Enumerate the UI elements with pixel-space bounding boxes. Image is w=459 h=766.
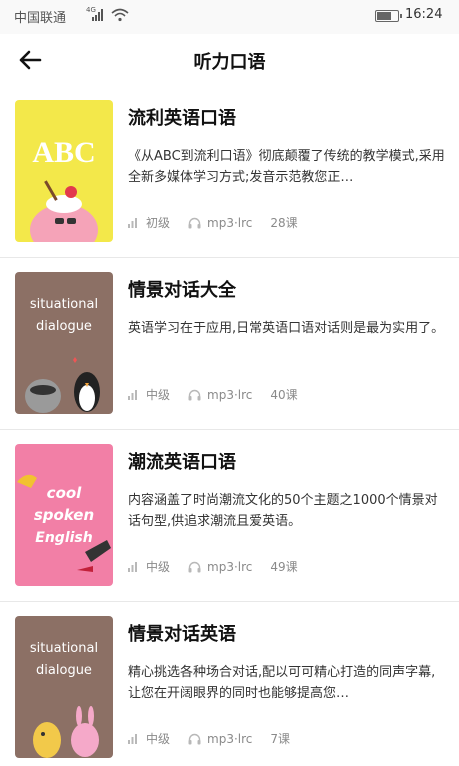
lessons-info: 28课 <box>270 214 297 231</box>
course-description: 内容涵盖了时尚潮流文化的50个主题之1000个情景对话句型,供追求潮流且爱英语。 <box>128 493 438 529</box>
course-title: 情景对话大全 <box>128 280 236 301</box>
svg-text:spoken: spoken <box>34 506 94 524</box>
lesson-count: 28课 <box>270 216 298 230</box>
svg-text:dialogue: dialogue <box>36 319 92 334</box>
course-meta: 中级 mp3·lrc 40课 <box>128 386 316 403</box>
course-level: 中级 <box>146 732 171 746</box>
course-format: mp3·lrc <box>207 731 253 746</box>
course-card[interactable]: cool spoken English 潮流英语口语 内容涵盖了时尚潮流文化的5… <box>0 430 459 602</box>
course-format: mp3·lrc <box>207 559 253 574</box>
course-cover: situational dialogue <box>15 616 113 758</box>
headphones-icon <box>188 561 201 572</box>
svg-text:English: English <box>35 530 92 546</box>
lesson-count: 40课 <box>270 388 298 402</box>
carrier-name: 中国联通 <box>14 11 67 26</box>
svg-text:ABC: ABC <box>32 136 95 169</box>
course-meta: 中级 mp3·lrc 7课 <box>128 730 308 747</box>
level-info: 中级 <box>128 730 170 747</box>
course-title: 情景对话英语 <box>128 624 236 645</box>
course-card[interactable]: situational dialogue 情景对话英语 精心挑选各种场合对话,配… <box>0 602 459 766</box>
headphones-icon <box>188 733 201 744</box>
svg-text:cool: cool <box>47 484 83 502</box>
level-bars-icon <box>128 562 137 572</box>
level-bars-icon <box>128 390 137 400</box>
headphones-icon <box>188 389 201 400</box>
course-level: 中级 <box>146 388 171 402</box>
level-bars-icon <box>128 218 137 228</box>
level-info: 中级 <box>128 558 170 575</box>
course-cover: cool spoken English <box>15 444 113 586</box>
status-bar: 中国联通 4G 16:24 <box>0 0 459 34</box>
course-title: 流利英语口语 <box>128 108 236 129</box>
course-description: 《从ABC到流利口语》彻底颠覆了传统的教学模式,采用全新多媒体学习方式;发音示范… <box>128 149 445 185</box>
course-cover: ABC <box>15 100 113 242</box>
lesson-count: 49课 <box>270 560 298 574</box>
format-info: mp3·lrc <box>188 388 252 402</box>
svg-text:dialogue: dialogue <box>36 663 92 678</box>
lessons-info: 49课 <box>270 558 297 575</box>
course-card[interactable]: situational dialogue 情景对话大全 英语学习在于应用,日常英… <box>0 258 459 430</box>
format-info: mp3·lrc <box>188 560 252 574</box>
course-format: mp3·lrc <box>207 387 253 402</box>
course-level: 初级 <box>146 216 171 230</box>
nav-bar: 听力口语 <box>0 34 459 86</box>
course-description: 英语学习在于应用,日常英语口语对话则是最为实用了。 <box>128 321 445 336</box>
course-format: mp3·lrc <box>207 215 253 230</box>
lessons-info: 40课 <box>270 386 297 403</box>
svg-text:situational: situational <box>30 297 98 312</box>
level-info: 中级 <box>128 386 170 403</box>
course-level: 中级 <box>146 560 171 574</box>
lessons-info: 7课 <box>270 730 290 747</box>
course-title: 潮流英语口语 <box>128 452 236 473</box>
course-card[interactable]: ABC 流利英语口语 《从ABC到流利口语》彻底颠覆了传统的教学模式,采用全新多… <box>0 86 459 258</box>
level-bars-icon <box>128 734 137 744</box>
lesson-count: 7课 <box>270 732 291 746</box>
signal-icon <box>92 9 103 21</box>
clock: 16:24 <box>405 7 443 22</box>
level-info: 初级 <box>128 214 170 231</box>
course-meta: 初级 mp3·lrc 28课 <box>128 214 316 231</box>
battery-icon <box>375 10 402 22</box>
course-description: 精心挑选各种场合对话,配以可可精心打造的同声字幕,让您在开阔眼界的同时也能够提高… <box>128 665 436 701</box>
format-info: mp3·lrc <box>188 732 252 746</box>
format-info: mp3·lrc <box>188 216 252 230</box>
course-cover: situational dialogue <box>15 272 113 414</box>
svg-text:situational: situational <box>30 641 98 656</box>
course-meta: 中级 mp3·lrc 49课 <box>128 558 316 575</box>
headphones-icon <box>188 217 201 228</box>
wifi-icon <box>111 8 129 22</box>
page-title: 听力口语 <box>193 52 266 73</box>
